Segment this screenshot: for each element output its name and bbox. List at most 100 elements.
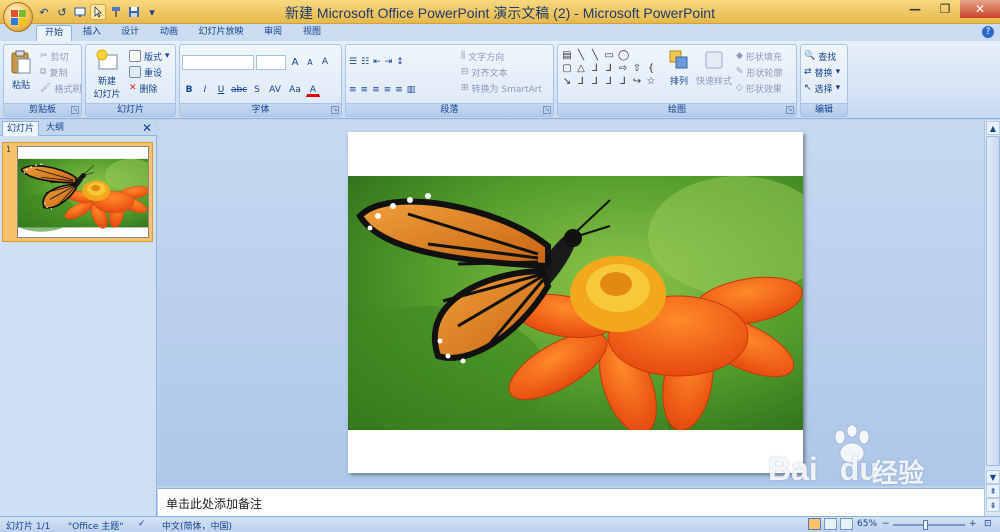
connector-shape-icon[interactable]: ⅃ (590, 77, 600, 87)
language-status[interactable]: 中文(简体，中国) (162, 519, 232, 532)
zoom-out-button[interactable]: − (882, 519, 890, 529)
justify-icon[interactable]: ≡ (384, 85, 392, 95)
slide-sorter-button[interactable] (824, 518, 837, 530)
office-button[interactable] (3, 2, 33, 32)
line-shape-icon[interactable]: ╲ (590, 51, 600, 61)
tab-home[interactable]: 开始 (36, 25, 72, 41)
change-case-button[interactable]: Aa (286, 83, 304, 97)
format-painter-button[interactable]: 🖌 格式刷 (40, 81, 81, 95)
tab-slideshow[interactable]: 幻灯片放映 (193, 25, 249, 41)
align-left-icon[interactable]: ≡ (349, 85, 357, 95)
font-size-dropdown[interactable] (256, 55, 286, 73)
minimize-button[interactable]: — (900, 0, 930, 18)
connector-shape-icon[interactable]: ⅃ (576, 77, 586, 87)
char-spacing-button[interactable]: AV (266, 83, 284, 97)
slide-canvas[interactable] (348, 132, 803, 473)
align-text-button[interactable]: ⊟ 对齐文本 (461, 65, 508, 79)
clear-format-button[interactable]: A (318, 55, 332, 69)
align-right-icon[interactable]: ≡ (372, 85, 380, 95)
scroll-thumb[interactable] (986, 136, 1000, 466)
zoom-level[interactable]: 65% (857, 519, 877, 529)
shadow-button[interactable]: S (250, 83, 264, 97)
tab-design[interactable]: 设计 (114, 25, 146, 41)
shapes-gallery[interactable]: ▤ ╲ ╲ ▭ ◯ ▢ △ ⅃ ⅃ ⇨ ⇧ { ↘ ⅃ ⅃ ⅃ ⅃ ↪ ☆ (562, 51, 670, 87)
butterfly-photo[interactable] (348, 176, 803, 430)
delete-slide-button[interactable]: ✕ 删除 (129, 81, 158, 95)
zoom-slider[interactable] (893, 520, 965, 530)
pane-close-button[interactable]: ✕ (142, 121, 152, 135)
vertical-scrollbar[interactable]: ▲ ▼ ⇞ ⇟ (984, 120, 1000, 516)
elbow-shape-icon[interactable]: ⅃ (590, 64, 600, 74)
fit-window-icon[interactable]: ⊡ (984, 519, 992, 529)
notes-pane[interactable]: 单击此处添加备注 (158, 488, 984, 516)
drawing-launcher-icon[interactable]: ↘ (786, 106, 794, 114)
shape-fill-button[interactable]: ◆ 形状填充 (736, 49, 782, 63)
maximize-button[interactable]: ❐ (930, 0, 960, 18)
strikethrough-button[interactable]: abc (230, 83, 248, 97)
decrease-indent-icon[interactable]: ⇤ (373, 57, 381, 67)
quick-styles-button[interactable]: 快速样式 (694, 49, 734, 87)
find-button[interactable]: 🔍 查找 (804, 49, 836, 63)
slideshow-view-button[interactable] (840, 518, 853, 530)
cut-button[interactable]: ✂ 剪切 (40, 49, 69, 63)
increase-indent-icon[interactable]: ⇥ (385, 57, 393, 67)
align-center-icon[interactable]: ≡ (361, 85, 369, 95)
select-button[interactable]: ↖ 选择 ▾ (804, 81, 840, 95)
shape-outline-button[interactable]: ✎ 形状轮廓 (736, 65, 783, 79)
zoom-slider-handle[interactable] (923, 520, 928, 530)
tab-animations[interactable]: 动画 (153, 25, 185, 41)
bold-button[interactable]: B (182, 83, 196, 97)
shrink-font-button[interactable]: A (303, 55, 317, 69)
rectangle-shape-icon[interactable]: ▭ (604, 51, 614, 61)
italic-button[interactable]: I (198, 83, 212, 97)
close-button[interactable]: ✕ (960, 0, 1000, 18)
triangle-shape-icon[interactable]: △ (576, 64, 586, 74)
arrange-button[interactable]: 排列 (664, 49, 694, 87)
columns-icon[interactable]: ▥ (407, 85, 416, 95)
notes-placeholder[interactable]: 单击此处添加备注 (166, 495, 262, 512)
slide-thumbnail-selected[interactable]: 1 (2, 142, 153, 242)
slide-editing-area[interactable] (158, 120, 984, 486)
font-color-button[interactable]: A (306, 83, 320, 97)
curve-shape-icon[interactable]: ↪ (632, 77, 642, 87)
rounded-rect-shape-icon[interactable]: ▢ (562, 64, 572, 74)
connector-shape-icon[interactable]: ⅃ (604, 77, 614, 87)
brace-shape-icon[interactable]: { (646, 64, 656, 74)
scroll-down-button[interactable]: ▼ (986, 470, 1000, 484)
line-spacing-icon[interactable]: ↕ (396, 57, 404, 67)
normal-view-button[interactable] (808, 518, 821, 530)
distributed-icon[interactable]: ≡ (395, 85, 403, 95)
oval-shape-icon[interactable]: ◯ (618, 51, 629, 61)
arrow-up-shape-icon[interactable]: ⇧ (632, 64, 642, 74)
slide-thumbnail[interactable] (17, 146, 149, 238)
tab-view[interactable]: 视图 (296, 25, 328, 41)
star-shape-icon[interactable]: ☆ (646, 77, 656, 87)
font-name-dropdown[interactable] (182, 55, 254, 73)
copy-button[interactable]: ⧉ 复制 (40, 65, 67, 79)
bullets-icon[interactable]: ☰ (349, 57, 357, 67)
tab-review[interactable]: 审阅 (257, 25, 289, 41)
underline-button[interactable]: U (214, 83, 228, 97)
line-shape-icon[interactable]: ╲ (576, 51, 586, 61)
grow-font-button[interactable]: A (288, 55, 302, 69)
reset-button[interactable]: 重设 (129, 65, 162, 79)
connector-shape-icon[interactable]: ⅃ (618, 77, 628, 87)
prev-slide-button[interactable]: ⇞ (986, 484, 1000, 498)
new-slide-button[interactable]: 新建 幻灯片 (88, 49, 126, 100)
clipboard-launcher-icon[interactable]: ↘ (71, 106, 79, 114)
font-size-field[interactable] (256, 55, 286, 70)
replace-button[interactable]: ⇄ 替换 ▾ (804, 65, 840, 79)
font-name-field[interactable] (182, 55, 254, 70)
tab-insert[interactable]: 插入 (76, 25, 108, 41)
shape-effects-button[interactable]: ◇ 形状效果 (736, 81, 782, 95)
textbox-shape-icon[interactable]: ▤ (562, 51, 572, 61)
elbow-shape-icon[interactable]: ⅃ (604, 64, 614, 74)
paste-button[interactable]: 粘贴 (7, 49, 35, 91)
next-slide-button[interactable]: ⇟ (986, 498, 1000, 512)
paragraph-launcher-icon[interactable]: ↘ (543, 106, 551, 114)
font-launcher-icon[interactable]: ↘ (331, 106, 339, 114)
arrow-shape-icon[interactable]: ⇨ (618, 64, 628, 74)
convert-smartart-button[interactable]: ⊞ 转换为 SmartArt (461, 81, 542, 95)
pane-tab-slides[interactable]: 幻灯片 (2, 121, 40, 136)
spellcheck-icon[interactable]: ✓ (138, 519, 146, 529)
